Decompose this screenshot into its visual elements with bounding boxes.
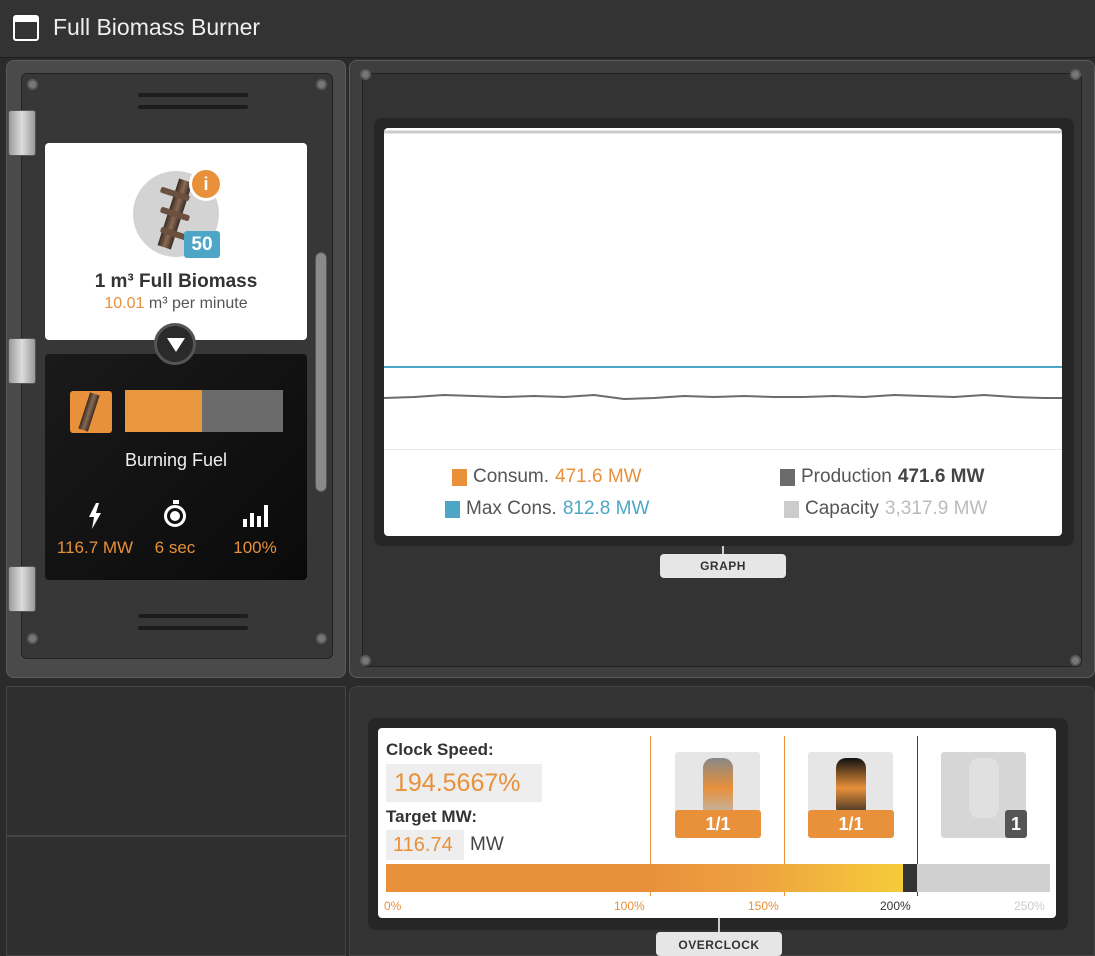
chevron-down-icon[interactable]: [154, 323, 196, 365]
legend-value: 812.8 MW: [562, 498, 650, 519]
power-shard-icon: [703, 758, 733, 818]
fuel-rate: 10.01 m³ per minute: [45, 295, 307, 313]
lightning-icon: [55, 502, 135, 530]
clock-speed-slider[interactable]: [386, 864, 1050, 892]
screw-icon: [360, 69, 371, 80]
legend-label: Max Cons.: [466, 498, 557, 519]
hinge: [8, 566, 36, 612]
power-graph-plot: [384, 130, 1062, 450]
burn-progress-bar: [125, 390, 283, 432]
vent-grille: [138, 93, 248, 97]
production-line: [384, 393, 1062, 401]
power-graph: Consum. 471.6 MW Production 471.6 MW Max…: [384, 128, 1062, 536]
legend-max-consumption: Max Cons. 812.8 MW: [445, 498, 649, 520]
clock-speed-label: Clock Speed:: [386, 740, 494, 759]
legend-value: 471.6 MW: [555, 466, 642, 487]
shard-badge: 1/1: [675, 810, 761, 838]
biomass-pipe-icon: [70, 391, 112, 433]
shard-badge: 1/1: [808, 810, 894, 838]
productivity-stat: 100%: [215, 502, 295, 558]
target-mw-label: Target MW:: [386, 807, 477, 826]
vent-grille: [138, 614, 248, 618]
screw-icon: [27, 79, 38, 90]
legend-value: 471.6 MW: [897, 466, 985, 487]
screw-icon: [360, 655, 371, 666]
vent-grille: [138, 626, 248, 630]
fuel-rate-value: 10.01: [104, 295, 145, 312]
timer-icon: [135, 500, 215, 530]
legend-capacity: Capacity 3,317.9 MW: [784, 498, 987, 520]
window-title: Full Biomass Burner: [53, 14, 261, 40]
power-stat: 116.7 MW: [55, 502, 135, 558]
bar-chart-icon: [215, 502, 295, 530]
scroll-rail[interactable]: [315, 252, 327, 492]
hinge: [8, 338, 36, 384]
power-value: 116.7 MW: [56, 538, 134, 557]
vent-grille: [138, 105, 248, 109]
legend-swatch: [445, 500, 460, 518]
burn-status-label: Burning Fuel: [124, 450, 228, 470]
clock-speed-input[interactable]: 194.5667%: [386, 764, 542, 802]
shard-badge: 1: [1005, 810, 1027, 838]
divider: [7, 835, 347, 837]
legend-swatch: [452, 468, 467, 486]
info-icon[interactable]: i: [189, 167, 223, 201]
burning-status-panel: Burning Fuel 116.7 MW 6 sec 100%: [45, 354, 307, 580]
legend-consumption: Consum. 471.6 MW: [452, 466, 642, 488]
window-icon: [13, 15, 39, 41]
item-count-badge: 50: [184, 231, 220, 258]
burn-progress-fill: [125, 390, 203, 432]
empty-slot-panel: [6, 686, 347, 956]
tab-graph[interactable]: GRAPH: [660, 554, 786, 578]
legend-swatch: [780, 468, 795, 486]
legend-value: 3,317.9 MW: [884, 498, 988, 519]
tick-label: 200%: [880, 899, 911, 913]
fuel-rate-unit: m³ per minute: [148, 295, 248, 312]
power-shard-icon: [969, 758, 999, 818]
power-shard-icon: [836, 758, 866, 818]
target-mw-input[interactable]: 116.74: [386, 830, 464, 860]
tick-label: 150%: [748, 899, 779, 913]
tab-overclock[interactable]: OVERCLOCK: [656, 932, 782, 956]
legend-label: Production: [801, 466, 892, 487]
target-mw-unit: MW: [470, 834, 504, 855]
legend-label: Consum.: [473, 466, 550, 487]
legend-label: Capacity: [805, 498, 879, 519]
productivity-value: 100%: [233, 538, 277, 557]
legend-swatch: [784, 500, 799, 518]
burn-time-value: 6 sec: [154, 538, 196, 557]
burn-time-stat: 6 sec: [135, 500, 215, 558]
screw-icon: [1070, 655, 1081, 666]
hinge: [8, 110, 36, 156]
legend-production: Production 471.6 MW: [780, 466, 984, 488]
overclock-card: Clock Speed: 194.5667% Target MW: 116.74…: [378, 728, 1056, 918]
slider-handle[interactable]: [903, 864, 917, 892]
screw-icon: [1070, 69, 1081, 80]
screw-icon: [316, 633, 327, 644]
screw-icon: [316, 79, 327, 90]
fuel-item-card[interactable]: i 50 1 m³ Full Biomass 10.01 m³ per minu…: [45, 143, 307, 340]
tick-label: 0%: [384, 899, 402, 913]
tick-label: 100%: [614, 899, 645, 913]
clock-speed-fill: [386, 864, 903, 892]
fuel-name: 1 m³ Full Biomass: [94, 271, 258, 292]
title-bar: Full Biomass Burner: [0, 0, 1095, 58]
tick-label: 250%: [1014, 899, 1045, 913]
screw-icon: [27, 633, 38, 644]
